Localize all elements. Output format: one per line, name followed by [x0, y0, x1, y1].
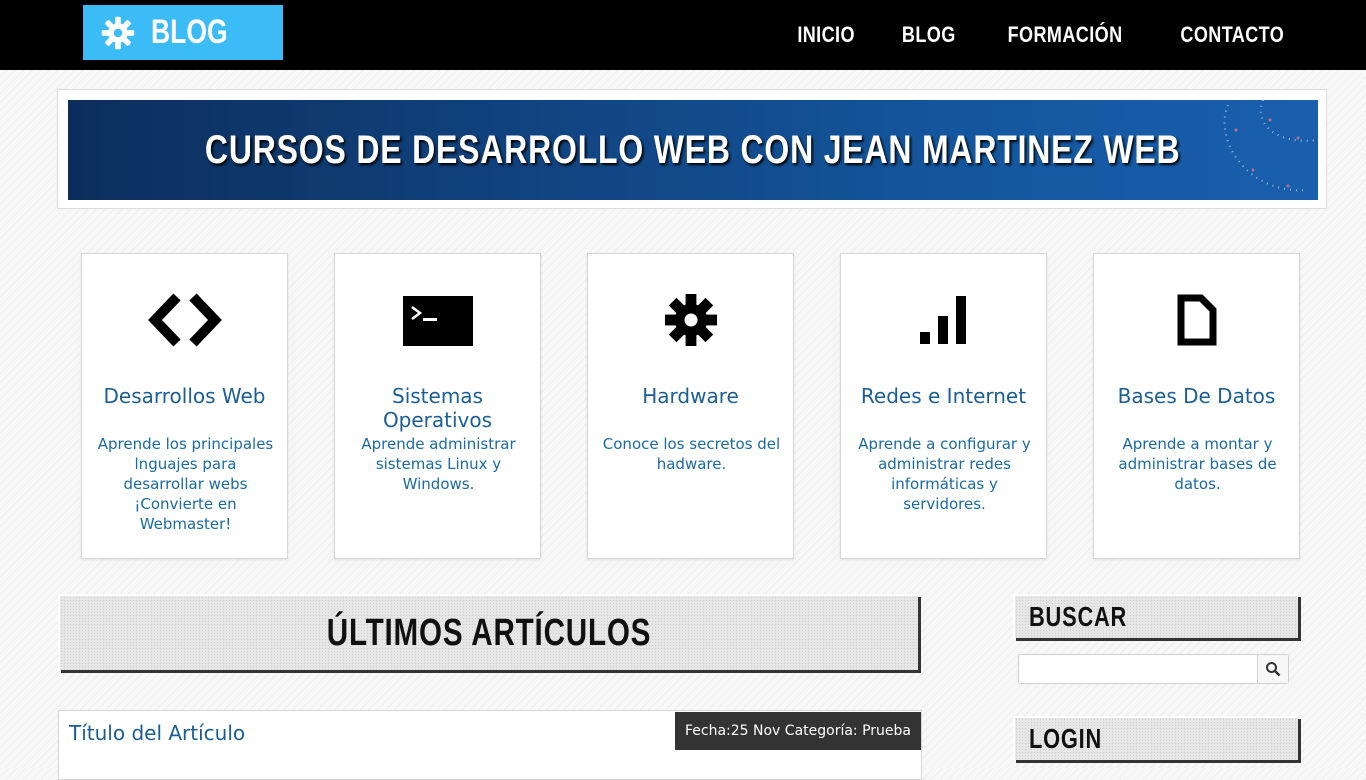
document-icon — [1177, 294, 1216, 346]
banner-container: CURSOS DE DESARROLLO WEB CON JEAN MARTIN… — [57, 89, 1327, 209]
category-card-sistemas-operativos[interactable]: Sistemas Operativos Aprende administrar … — [334, 253, 541, 559]
category-title: Hardware — [642, 384, 739, 408]
login-widget-title: LOGIN — [1029, 723, 1103, 754]
search-button[interactable] — [1257, 655, 1288, 683]
top-navbar: BLOG INICIO BLOG FORMACIÓN CONTACTO — [0, 0, 1366, 70]
category-card-desarrollos-web[interactable]: Desarrollos Web Aprende los principales … — [81, 253, 288, 559]
category-description: Aprende a montar y administrar bases de … — [1118, 435, 1277, 493]
site-logo[interactable]: BLOG — [83, 5, 283, 60]
category-card-bases-de-datos[interactable]: Bases De Datos Aprende a montar y admini… — [1093, 253, 1300, 559]
sparkle-decoration — [1223, 100, 1318, 192]
article-title-link[interactable]: Título del Artículo — [69, 721, 245, 745]
article-card: Título del Artículo Fecha:25 Nov Categor… — [58, 710, 922, 780]
banner: CURSOS DE DESARROLLO WEB CON JEAN MARTIN… — [68, 100, 1318, 200]
category-title: Bases De Datos — [1117, 384, 1276, 408]
category-description: Aprende los principales lnguajes para de… — [97, 435, 274, 533]
category-title: Desarrollos Web — [103, 384, 266, 408]
latest-articles-title: ÚLTIMOS ARTÍCULOS — [326, 611, 652, 654]
category-title: Sistemas Operativos — [382, 384, 493, 432]
category-description: Aprende administrar sistemas Linux y Win… — [361, 435, 516, 493]
latest-articles-heading: ÚLTIMOS ARTÍCULOS — [58, 594, 918, 670]
category-card-hardware[interactable]: Hardware Conoce los secretos del hadware… — [587, 253, 794, 559]
category-title: Redes e Internet — [860, 384, 1027, 408]
terminal-icon — [402, 296, 473, 346]
gear-icon — [101, 16, 135, 49]
code-icon — [147, 293, 222, 347]
article-meta: Fecha:25 Nov Categoría: Prueba — [674, 712, 921, 750]
nav-item-blog[interactable]: BLOG — [902, 22, 956, 48]
search-form — [1018, 654, 1289, 684]
signal-icon — [919, 296, 966, 344]
category-description: Conoce los secretos del hadware. — [602, 435, 781, 473]
nav-item-contacto[interactable]: CONTACTO — [1181, 22, 1285, 48]
nav-item-formacion[interactable]: FORMACIÓN — [1008, 22, 1123, 48]
search-input[interactable] — [1019, 655, 1257, 683]
nav-item-inicio[interactable]: INICIO — [798, 22, 856, 48]
search-icon — [1266, 662, 1281, 677]
search-widget-heading: BUSCAR — [1013, 594, 1298, 638]
login-widget-heading: LOGIN — [1013, 716, 1298, 760]
gear-icon — [664, 294, 717, 346]
banner-title: CURSOS DE DESARROLLO WEB CON JEAN MARTIN… — [205, 127, 1181, 172]
main-nav: INICIO BLOG FORMACIÓN CONTACTO — [757, 0, 1296, 70]
category-description: Aprende a configurar y administrar redes… — [858, 435, 1031, 513]
category-card-redes-internet[interactable]: Redes e Internet Aprende a configurar y … — [840, 253, 1047, 559]
search-widget-title: BUSCAR — [1029, 601, 1128, 632]
logo-text: BLOG — [151, 13, 228, 51]
